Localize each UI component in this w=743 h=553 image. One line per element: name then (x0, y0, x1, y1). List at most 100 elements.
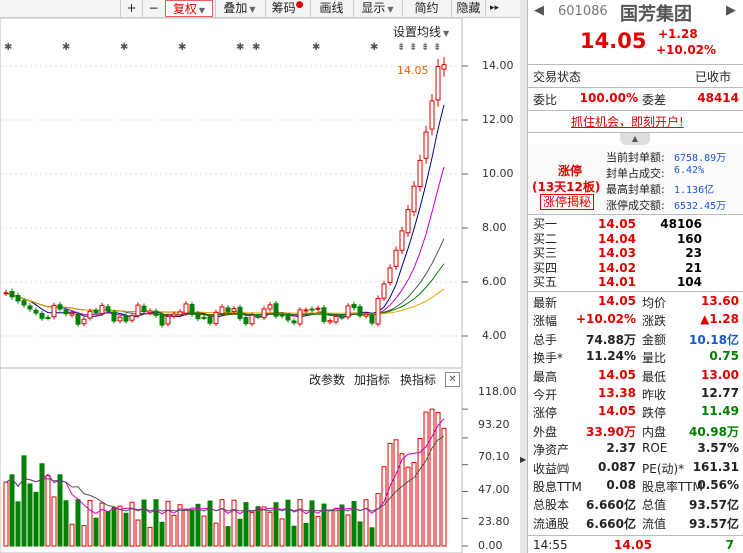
volume-bar (195, 503, 201, 547)
weicha-value: 48414 (697, 91, 739, 105)
divider (528, 64, 743, 65)
zoom-out-button[interactable]: − (142, 0, 164, 17)
stat-label: ROE (642, 441, 668, 456)
weibi-value: 100.00% (579, 91, 638, 105)
limit-up-reveal-button[interactable]: 涨停揭秘 (540, 194, 595, 210)
event-marker-icon[interactable]: ✱ (4, 42, 12, 53)
stat-value: 74.88万 (586, 332, 636, 347)
candle-body (285, 315, 291, 321)
price-tick-label: 4.00 (482, 329, 507, 342)
stat-value: 13.00 (701, 367, 739, 382)
price-marker-label: 14.05 (397, 64, 429, 77)
stat-label: 涨跌 (642, 314, 667, 329)
candle-body (339, 316, 345, 319)
volume-bar (423, 411, 429, 547)
stat-label: 金额 (642, 332, 667, 347)
candle-body (327, 320, 333, 323)
xianshi-dropdown[interactable]: 显示 ▼ (353, 0, 401, 17)
stat-value: 10.18亿 (689, 332, 739, 347)
more-icon[interactable]: ▸▸ (485, 0, 503, 17)
candle-body (405, 209, 411, 234)
candle-body (153, 310, 159, 316)
candle-body (237, 306, 243, 320)
panel-splitter[interactable]: ▶ (520, 0, 527, 553)
price-change: +1.28 (658, 27, 698, 41)
params-button[interactable]: 改参数 (309, 371, 345, 388)
candle-body (87, 310, 93, 319)
volume-bar (153, 499, 159, 547)
volume-bar (81, 524, 87, 547)
volume-bar (315, 515, 321, 547)
prev-stock-icon[interactable]: ◀ (534, 3, 544, 18)
stat-value: 40.98万 (689, 424, 739, 439)
diejia-dropdown[interactable]: 叠加 ▼ (215, 0, 263, 17)
xianshi-label: 显示 (361, 1, 386, 15)
volume-bar (435, 412, 441, 547)
bid-price[interactable]: 14.05 (588, 217, 636, 231)
arrow-marker-icon[interactable]: ⇟ (433, 42, 441, 53)
chevron-up-icon[interactable]: ▲ (620, 133, 650, 145)
bid-price[interactable]: 14.04 (588, 232, 636, 246)
stat-label: 涨幅 (533, 314, 558, 329)
candle-body (261, 308, 267, 319)
setting-ma-label: 设置均线 (393, 25, 442, 39)
volume-bar (237, 518, 243, 547)
event-marker-icon[interactable]: ✱ (178, 42, 186, 53)
bid-level-label: 买三 (533, 246, 558, 260)
candle-body (111, 311, 117, 322)
candle-body (303, 309, 309, 312)
chouma-button[interactable]: 筹码● (265, 0, 309, 17)
fuquan-dropdown[interactable]: 复权 ▼ (165, 0, 213, 17)
event-marker-icon[interactable]: ✱ (120, 42, 128, 53)
arrow-marker-icon[interactable]: ⇟ (421, 42, 429, 53)
candle-body (177, 311, 183, 316)
bid-price[interactable]: 14.02 (588, 261, 636, 275)
bid-price[interactable]: 14.03 (588, 246, 636, 260)
volume-bar (93, 517, 99, 547)
event-marker-icon[interactable]: ✱ (252, 42, 260, 53)
setting-ma-button[interactable]: 设置均线 ▼ (393, 23, 449, 40)
candle-body (51, 304, 57, 318)
volume-bar (279, 518, 285, 547)
zoom-in-button[interactable]: + (120, 0, 142, 17)
bid-volume: 23 (685, 246, 702, 260)
volume-bar (357, 521, 363, 547)
next-stock-icon[interactable]: ▶ (726, 3, 736, 18)
price-pane-border (0, 18, 463, 369)
kline-chart[interactable] (0, 18, 520, 553)
candle-body (69, 312, 75, 316)
volume-bar (105, 511, 111, 547)
event-marker-icon[interactable]: ✱ (312, 42, 320, 53)
event-marker-icon[interactable]: ✱ (62, 42, 70, 53)
divider (528, 214, 743, 215)
volume-bar (147, 526, 153, 547)
arrow-marker-icon[interactable]: ⇟ (409, 42, 417, 53)
candle-body (399, 230, 405, 251)
arrow-marker-icon[interactable]: ⇟ (397, 42, 405, 53)
event-marker-icon[interactable]: ✱ (236, 42, 244, 53)
stat-value: 0.75 (709, 349, 739, 364)
huaxian-button[interactable]: 画线 (310, 0, 352, 17)
candle-body (357, 306, 363, 317)
candle-body (381, 283, 387, 299)
stat-value: 13.60 (701, 294, 739, 308)
quote-panel: ◀ 601086 国芳集团 ▶ 14.05 +1.28 +10.02% 交易状态… (527, 0, 743, 553)
candle-body (231, 308, 237, 312)
collapse-arrow-icon[interactable]: ▶ (520, 455, 526, 464)
candle-body (15, 295, 21, 302)
event-marker-icon[interactable]: ✱ (370, 42, 378, 53)
volume-tick-label: 47.00 (478, 483, 510, 496)
switch-indicator-button[interactable]: 换指标 (400, 371, 436, 388)
jianyue-button[interactable]: 简约 (402, 0, 450, 17)
stat-value: +10.02% (576, 312, 637, 327)
stat-value: 13.38 (598, 386, 636, 400)
bid-volume: 21 (685, 260, 702, 275)
seal-row-value: 6532.45万 (674, 201, 727, 212)
candle-body (117, 316, 123, 322)
yincang-button[interactable]: 隐藏 (451, 0, 485, 17)
open-account-link[interactable]: 抓住机会，即刻开户! (571, 113, 684, 130)
volume-bar (69, 523, 75, 547)
close-icon[interactable]: ✕ (445, 372, 460, 387)
bid-price[interactable]: 14.01 (588, 275, 636, 289)
add-indicator-button[interactable]: 加指标 (354, 371, 390, 388)
